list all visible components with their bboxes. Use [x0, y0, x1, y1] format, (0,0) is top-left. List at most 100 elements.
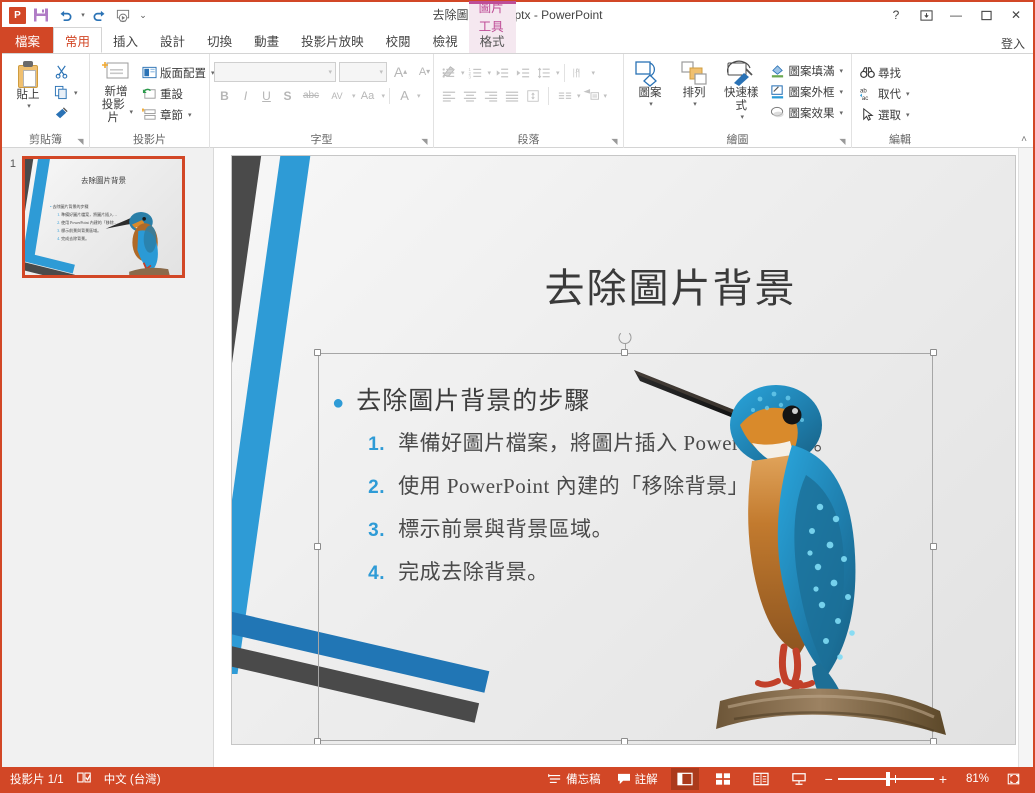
- convert-to-smartart-dropdown-icon[interactable]: ▾: [604, 92, 608, 100]
- increase-indent-button[interactable]: [512, 62, 533, 83]
- font-size-dropdown-icon[interactable]: ▾: [379, 68, 383, 76]
- paragraph-dialog-launcher[interactable]: ◥: [609, 136, 620, 147]
- vertical-scrollbar[interactable]: [1018, 148, 1033, 767]
- redo-icon[interactable]: [88, 4, 110, 26]
- close-icon[interactable]: ✕: [1001, 3, 1031, 27]
- tab-slideshow[interactable]: 投影片放映: [290, 27, 375, 53]
- strikethrough-button[interactable]: abc: [298, 85, 324, 106]
- shape-fill-dropdown-icon[interactable]: ▾: [839, 67, 843, 75]
- font-color-dropdown-icon[interactable]: ▾: [417, 92, 421, 100]
- zoom-slider[interactable]: − +: [825, 771, 947, 787]
- zoom-level-label[interactable]: 81%: [959, 773, 989, 785]
- align-right-button[interactable]: [480, 85, 501, 106]
- rotation-handle[interactable]: [618, 330, 632, 344]
- replace-dropdown-icon[interactable]: ▾: [906, 90, 910, 98]
- cut-button[interactable]: [50, 61, 82, 82]
- columns-button[interactable]: [554, 85, 575, 106]
- normal-view-button[interactable]: [670, 768, 699, 790]
- ribbon-display-options-icon[interactable]: [911, 3, 941, 27]
- bullets-button[interactable]: [438, 62, 459, 83]
- new-slide-button[interactable]: 新增 投影片 ▾: [94, 57, 138, 127]
- select-dropdown-icon[interactable]: ▾: [906, 111, 910, 119]
- text-direction-button[interactable]: A: [569, 62, 590, 83]
- paste-button[interactable]: 貼上 ▾: [6, 57, 50, 112]
- undo-dropdown-icon[interactable]: ▾: [78, 4, 86, 26]
- drawing-dialog-launcher[interactable]: ◥: [837, 136, 848, 147]
- tab-home[interactable]: 常用: [53, 27, 103, 53]
- shapes-button[interactable]: 圖案 ▾: [628, 57, 672, 110]
- save-icon[interactable]: [30, 4, 52, 26]
- shape-outline-dropdown-icon[interactable]: ▾: [839, 88, 843, 96]
- zoom-in-button[interactable]: +: [939, 771, 947, 787]
- tab-design[interactable]: 設計: [149, 27, 196, 53]
- tab-animations[interactable]: 動畫: [243, 27, 290, 53]
- tab-review[interactable]: 校閱: [375, 27, 422, 53]
- font-name-dropdown-icon[interactable]: ▾: [328, 68, 332, 76]
- zoom-out-button[interactable]: −: [825, 771, 833, 787]
- quick-styles-dropdown-icon[interactable]: ▾: [740, 113, 744, 121]
- shape-effects-button[interactable]: 圖案效果 ▾: [766, 102, 847, 123]
- font-size-input[interactable]: ▾: [339, 61, 387, 82]
- new-slide-dropdown-icon[interactable]: ▾: [129, 108, 133, 116]
- grow-font-button[interactable]: A ▴: [390, 61, 411, 82]
- section-button[interactable]: 章節 ▾: [138, 104, 219, 125]
- change-case-button[interactable]: Aa: [356, 85, 380, 106]
- clipboard-dialog-launcher[interactable]: ◥: [75, 136, 86, 147]
- align-center-button[interactable]: [459, 85, 480, 106]
- decrease-indent-button[interactable]: [491, 62, 512, 83]
- italic-button[interactable]: I: [235, 85, 256, 106]
- help-icon[interactable]: ?: [881, 3, 911, 27]
- character-spacing-button[interactable]: AV: [324, 85, 350, 106]
- notes-button[interactable]: 備忘稿: [545, 771, 604, 787]
- find-button[interactable]: 尋找: [856, 62, 914, 83]
- paste-dropdown-icon[interactable]: ▾: [27, 102, 31, 110]
- zoom-track[interactable]: [837, 772, 934, 786]
- language-label[interactable]: 中文 (台灣): [104, 771, 161, 787]
- text-direction-dropdown-icon[interactable]: ▾: [592, 69, 596, 77]
- reading-view-button[interactable]: [747, 768, 775, 790]
- bold-button[interactable]: B: [214, 85, 235, 106]
- change-case-dropdown-icon[interactable]: ▾: [382, 92, 386, 100]
- slide-thumbnail-1[interactable]: 去除圖片背景 • 去除圖片背景的步驟 1. 準備好圖片檔案，將圖片插入… 2. …: [22, 156, 185, 278]
- shrink-font-button[interactable]: A ▾: [414, 61, 435, 82]
- select-button[interactable]: 選取 ▾: [856, 104, 914, 125]
- tab-file[interactable]: 檔案: [2, 27, 54, 53]
- shape-fill-button[interactable]: 圖案填滿 ▾: [766, 60, 847, 81]
- tab-view[interactable]: 檢視: [422, 27, 469, 53]
- tab-transitions[interactable]: 切換: [196, 27, 243, 53]
- slide-surface[interactable]: 去除圖片背景 ● 去除圖片背景的步驟 1. 準備好圖片檔案，將圖片插入 Powe…: [232, 156, 1015, 744]
- start-slideshow-icon[interactable]: [112, 4, 134, 26]
- sign-in-link[interactable]: 登入: [1001, 35, 1025, 52]
- text-shadow-button[interactable]: S: [277, 85, 298, 106]
- font-name-input[interactable]: ▾: [214, 61, 336, 82]
- font-color-button[interactable]: A: [394, 85, 415, 106]
- numbering-button[interactable]: 123: [465, 62, 486, 83]
- handle-bottom-center[interactable]: [621, 738, 629, 744]
- copy-dropdown-icon[interactable]: ▾: [74, 89, 78, 97]
- customize-qat-icon[interactable]: ⌄: [136, 4, 150, 26]
- line-spacing-button[interactable]: [533, 62, 554, 83]
- handle-bottom-left[interactable]: [314, 738, 322, 744]
- slide-count-label[interactable]: 投影片 1/1: [10, 771, 64, 787]
- zoom-thumb[interactable]: [885, 772, 890, 786]
- line-spacing-dropdown-icon[interactable]: ▾: [556, 69, 560, 77]
- slideshow-button[interactable]: [785, 768, 813, 790]
- arrange-dropdown-icon[interactable]: ▾: [693, 100, 697, 108]
- handle-bottom-right[interactable]: [929, 738, 937, 744]
- maximize-icon[interactable]: [971, 3, 1001, 27]
- content-placeholder[interactable]: ● 去除圖片背景的步驟 1. 準備好圖片檔案，將圖片插入 PowerPoint …: [314, 330, 937, 744]
- collapse-ribbon-button[interactable]: ˄: [1021, 134, 1027, 145]
- format-painter-button[interactable]: [50, 103, 82, 124]
- arrange-button[interactable]: 排列 ▾: [672, 57, 716, 110]
- shape-effects-dropdown-icon[interactable]: ▾: [839, 109, 843, 117]
- tab-insert[interactable]: 插入: [102, 27, 149, 53]
- replace-button[interactable]: ab ac 取代 ▾: [856, 83, 914, 104]
- quick-styles-button[interactable]: 快速樣式 ▾: [716, 57, 766, 123]
- slide-editor[interactable]: 去除圖片背景 ● 去除圖片背景的步驟 1. 準備好圖片檔案，將圖片插入 Powe…: [214, 148, 1033, 767]
- underline-button[interactable]: U: [256, 85, 277, 106]
- fit-slide-button[interactable]: [999, 768, 1027, 790]
- shape-outline-button[interactable]: 圖案外框 ▾: [766, 81, 847, 102]
- justify-button[interactable]: [501, 85, 522, 106]
- undo-icon[interactable]: [54, 4, 76, 26]
- slide-sorter-button[interactable]: [709, 768, 737, 790]
